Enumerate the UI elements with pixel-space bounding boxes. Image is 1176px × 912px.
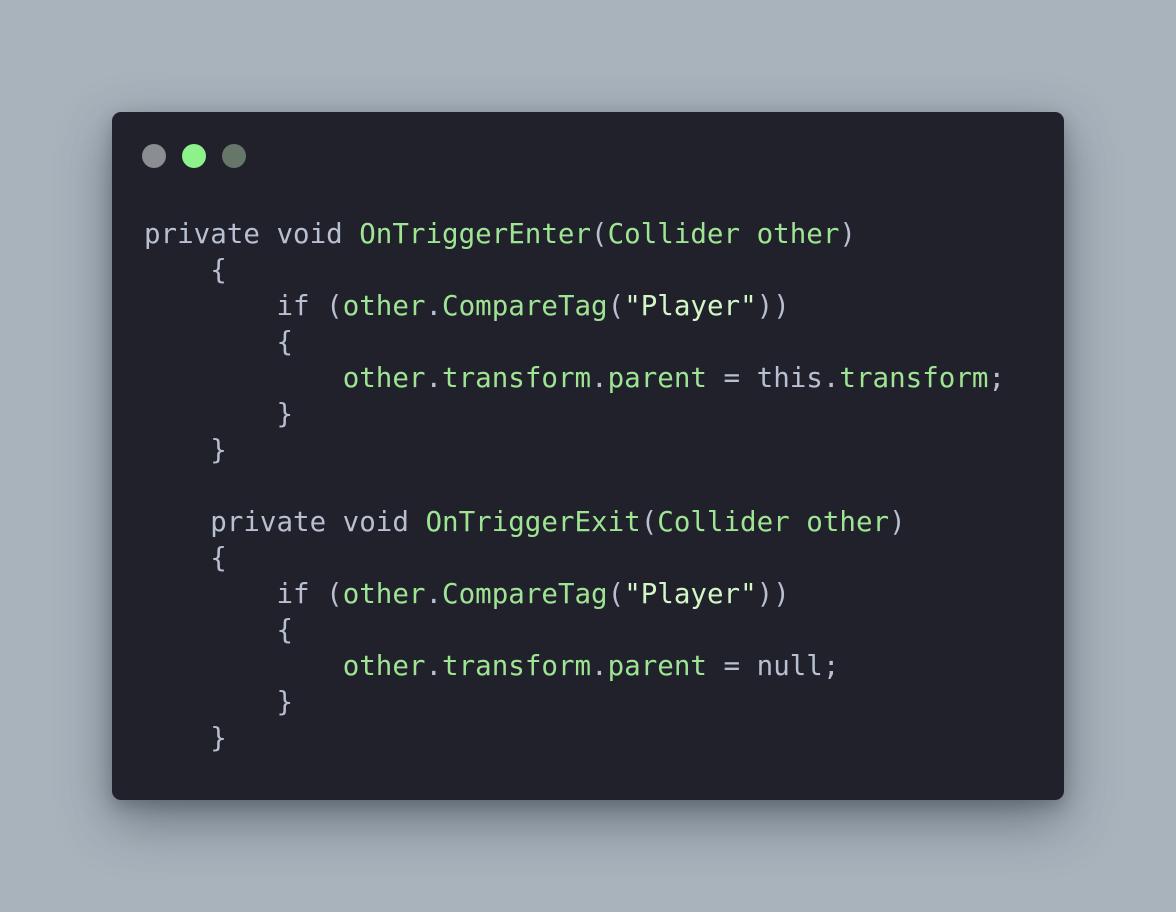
- code-token: "Player": [624, 290, 757, 322]
- code-token: transform: [442, 650, 592, 682]
- code-token: }: [144, 398, 294, 430]
- code-token: {: [144, 542, 227, 574]
- code-token: .: [591, 362, 608, 394]
- code-token: OnTriggerEnter: [359, 218, 592, 250]
- code-token: .: [425, 362, 443, 394]
- code-token: (: [607, 290, 625, 322]
- code-token: other: [342, 290, 426, 322]
- code-token: (: [640, 506, 658, 538]
- code-token: Collider other: [607, 218, 840, 250]
- code-token: .: [425, 650, 443, 682]
- code-token: private void: [144, 218, 360, 250]
- code-token: ;: [988, 362, 1005, 394]
- code-window: private void OnTriggerEnter(Collider oth…: [112, 112, 1064, 800]
- code-token: "Player": [624, 578, 757, 610]
- code-token: {: [144, 614, 294, 646]
- code-block: private void OnTriggerEnter(Collider oth…: [144, 216, 1005, 756]
- code-token: CompareTag: [442, 578, 608, 610]
- code-token: (: [607, 578, 625, 610]
- code-token: ): [839, 218, 856, 250]
- code-token: Collider other: [657, 506, 890, 538]
- zoom-dot-icon[interactable]: [222, 144, 246, 168]
- code-line: }: [144, 396, 1005, 432]
- code-token: )): [756, 578, 790, 610]
- code-token: if (: [144, 290, 343, 322]
- code-token: = this.: [706, 362, 840, 394]
- code-token: OnTriggerExit: [425, 506, 641, 538]
- code-token: transform: [442, 362, 592, 394]
- code-line: {: [144, 540, 1005, 576]
- code-token: if (: [144, 578, 343, 610]
- code-token: CompareTag: [442, 290, 608, 322]
- code-line: }: [144, 684, 1005, 720]
- code-token: (: [591, 218, 608, 250]
- close-dot-icon[interactable]: [142, 144, 166, 168]
- code-token: parent: [607, 650, 707, 682]
- code-line: if (other.CompareTag("Player")): [144, 576, 1005, 612]
- code-token: = null;: [706, 650, 840, 682]
- code-line: other.transform.parent = null;: [144, 648, 1005, 684]
- code-token: parent: [607, 362, 707, 394]
- code-token: transform: [839, 362, 989, 394]
- code-token: private void: [144, 506, 426, 538]
- code-token: other: [342, 578, 426, 610]
- code-token: ): [889, 506, 906, 538]
- code-line: {: [144, 612, 1005, 648]
- code-token: .: [425, 578, 443, 610]
- code-token: }: [144, 434, 227, 466]
- code-line: other.transform.parent = this.transform;: [144, 360, 1005, 396]
- code-line: private void OnTriggerExit(Collider othe…: [144, 504, 1005, 540]
- code-line: if (other.CompareTag("Player")): [144, 288, 1005, 324]
- code-line: {: [144, 252, 1005, 288]
- code-token: other: [342, 362, 426, 394]
- code-token: {: [144, 254, 227, 286]
- code-token: }: [144, 722, 227, 754]
- code-token: .: [425, 290, 443, 322]
- code-line: }: [144, 432, 1005, 468]
- code-line: {: [144, 324, 1005, 360]
- code-line: }: [144, 720, 1005, 756]
- code-token: .: [591, 650, 608, 682]
- code-token: }: [144, 686, 294, 718]
- minimize-dot-icon[interactable]: [182, 144, 206, 168]
- code-token: other: [342, 650, 426, 682]
- code-line: private void OnTriggerEnter(Collider oth…: [144, 216, 1005, 252]
- code-token: {: [144, 326, 294, 358]
- code-token: )): [756, 290, 790, 322]
